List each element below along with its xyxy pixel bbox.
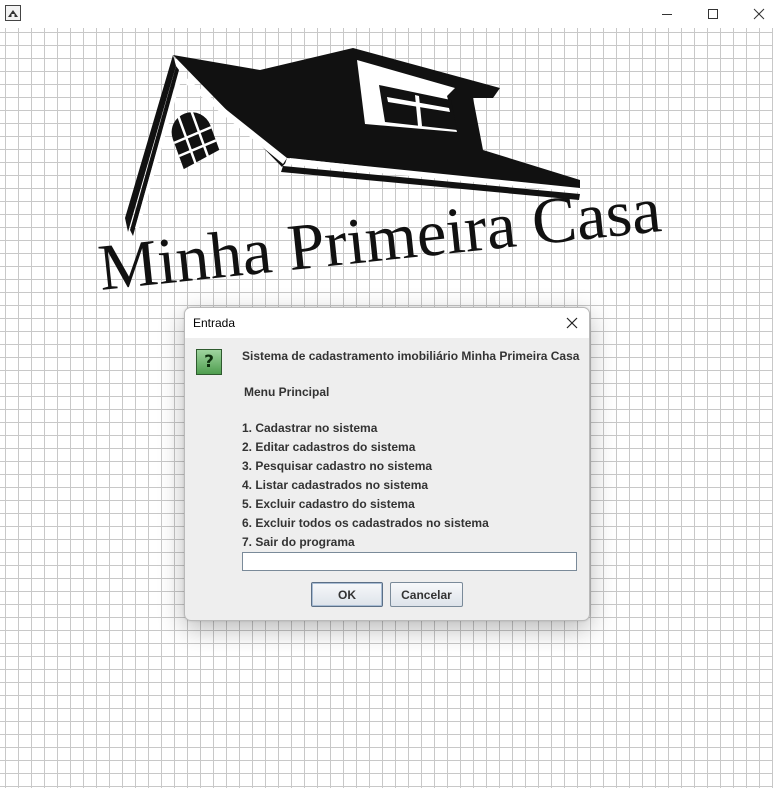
cancel-button[interactable]: Cancelar [390, 582, 463, 607]
input-dialog: Entrada ? Sistema de cadastramento imobi… [184, 307, 590, 621]
maximize-button[interactable] [690, 0, 736, 28]
dialog-title: Entrada [193, 316, 236, 330]
question-icon: ? [196, 349, 222, 375]
menu-item: 7. Sair do programa [242, 535, 355, 549]
minimize-button[interactable] [644, 0, 690, 28]
menu-item: 1. Cadastrar no sistema [242, 421, 378, 435]
ok-button[interactable]: OK [311, 582, 383, 607]
app-window: Minha Primeira Casa Entrada ? Sistema de… [0, 0, 773, 788]
menu-item: 4. Listar cadastrados no sistema [242, 478, 429, 492]
window-titlebar [0, 0, 773, 28]
close-button[interactable] [736, 0, 773, 28]
house-logo: Minha Primeira Casa [95, 48, 664, 305]
dialog-header-text: Sistema de cadastramento imobiliário Min… [242, 349, 580, 363]
minimize-icon [662, 14, 672, 15]
java-app-icon [5, 5, 21, 21]
option-input[interactable] [242, 552, 577, 571]
close-icon [753, 8, 765, 20]
menu-title: Menu Principal [244, 385, 330, 399]
dialog-titlebar: Entrada [185, 308, 589, 338]
menu-item: 6. Excluir todos os cadastrados no siste… [242, 516, 489, 530]
menu-item: 3. Pesquisar cadastro no sistema [242, 459, 433, 473]
close-icon [566, 317, 578, 329]
logo-text: Minha Primeira Casa [95, 173, 664, 305]
menu-item: 2. Editar cadastros do sistema [242, 440, 416, 454]
dialog-close-button[interactable] [561, 313, 583, 333]
menu-item: 5. Excluir cadastro do sistema [242, 497, 415, 511]
maximize-icon [708, 9, 718, 19]
